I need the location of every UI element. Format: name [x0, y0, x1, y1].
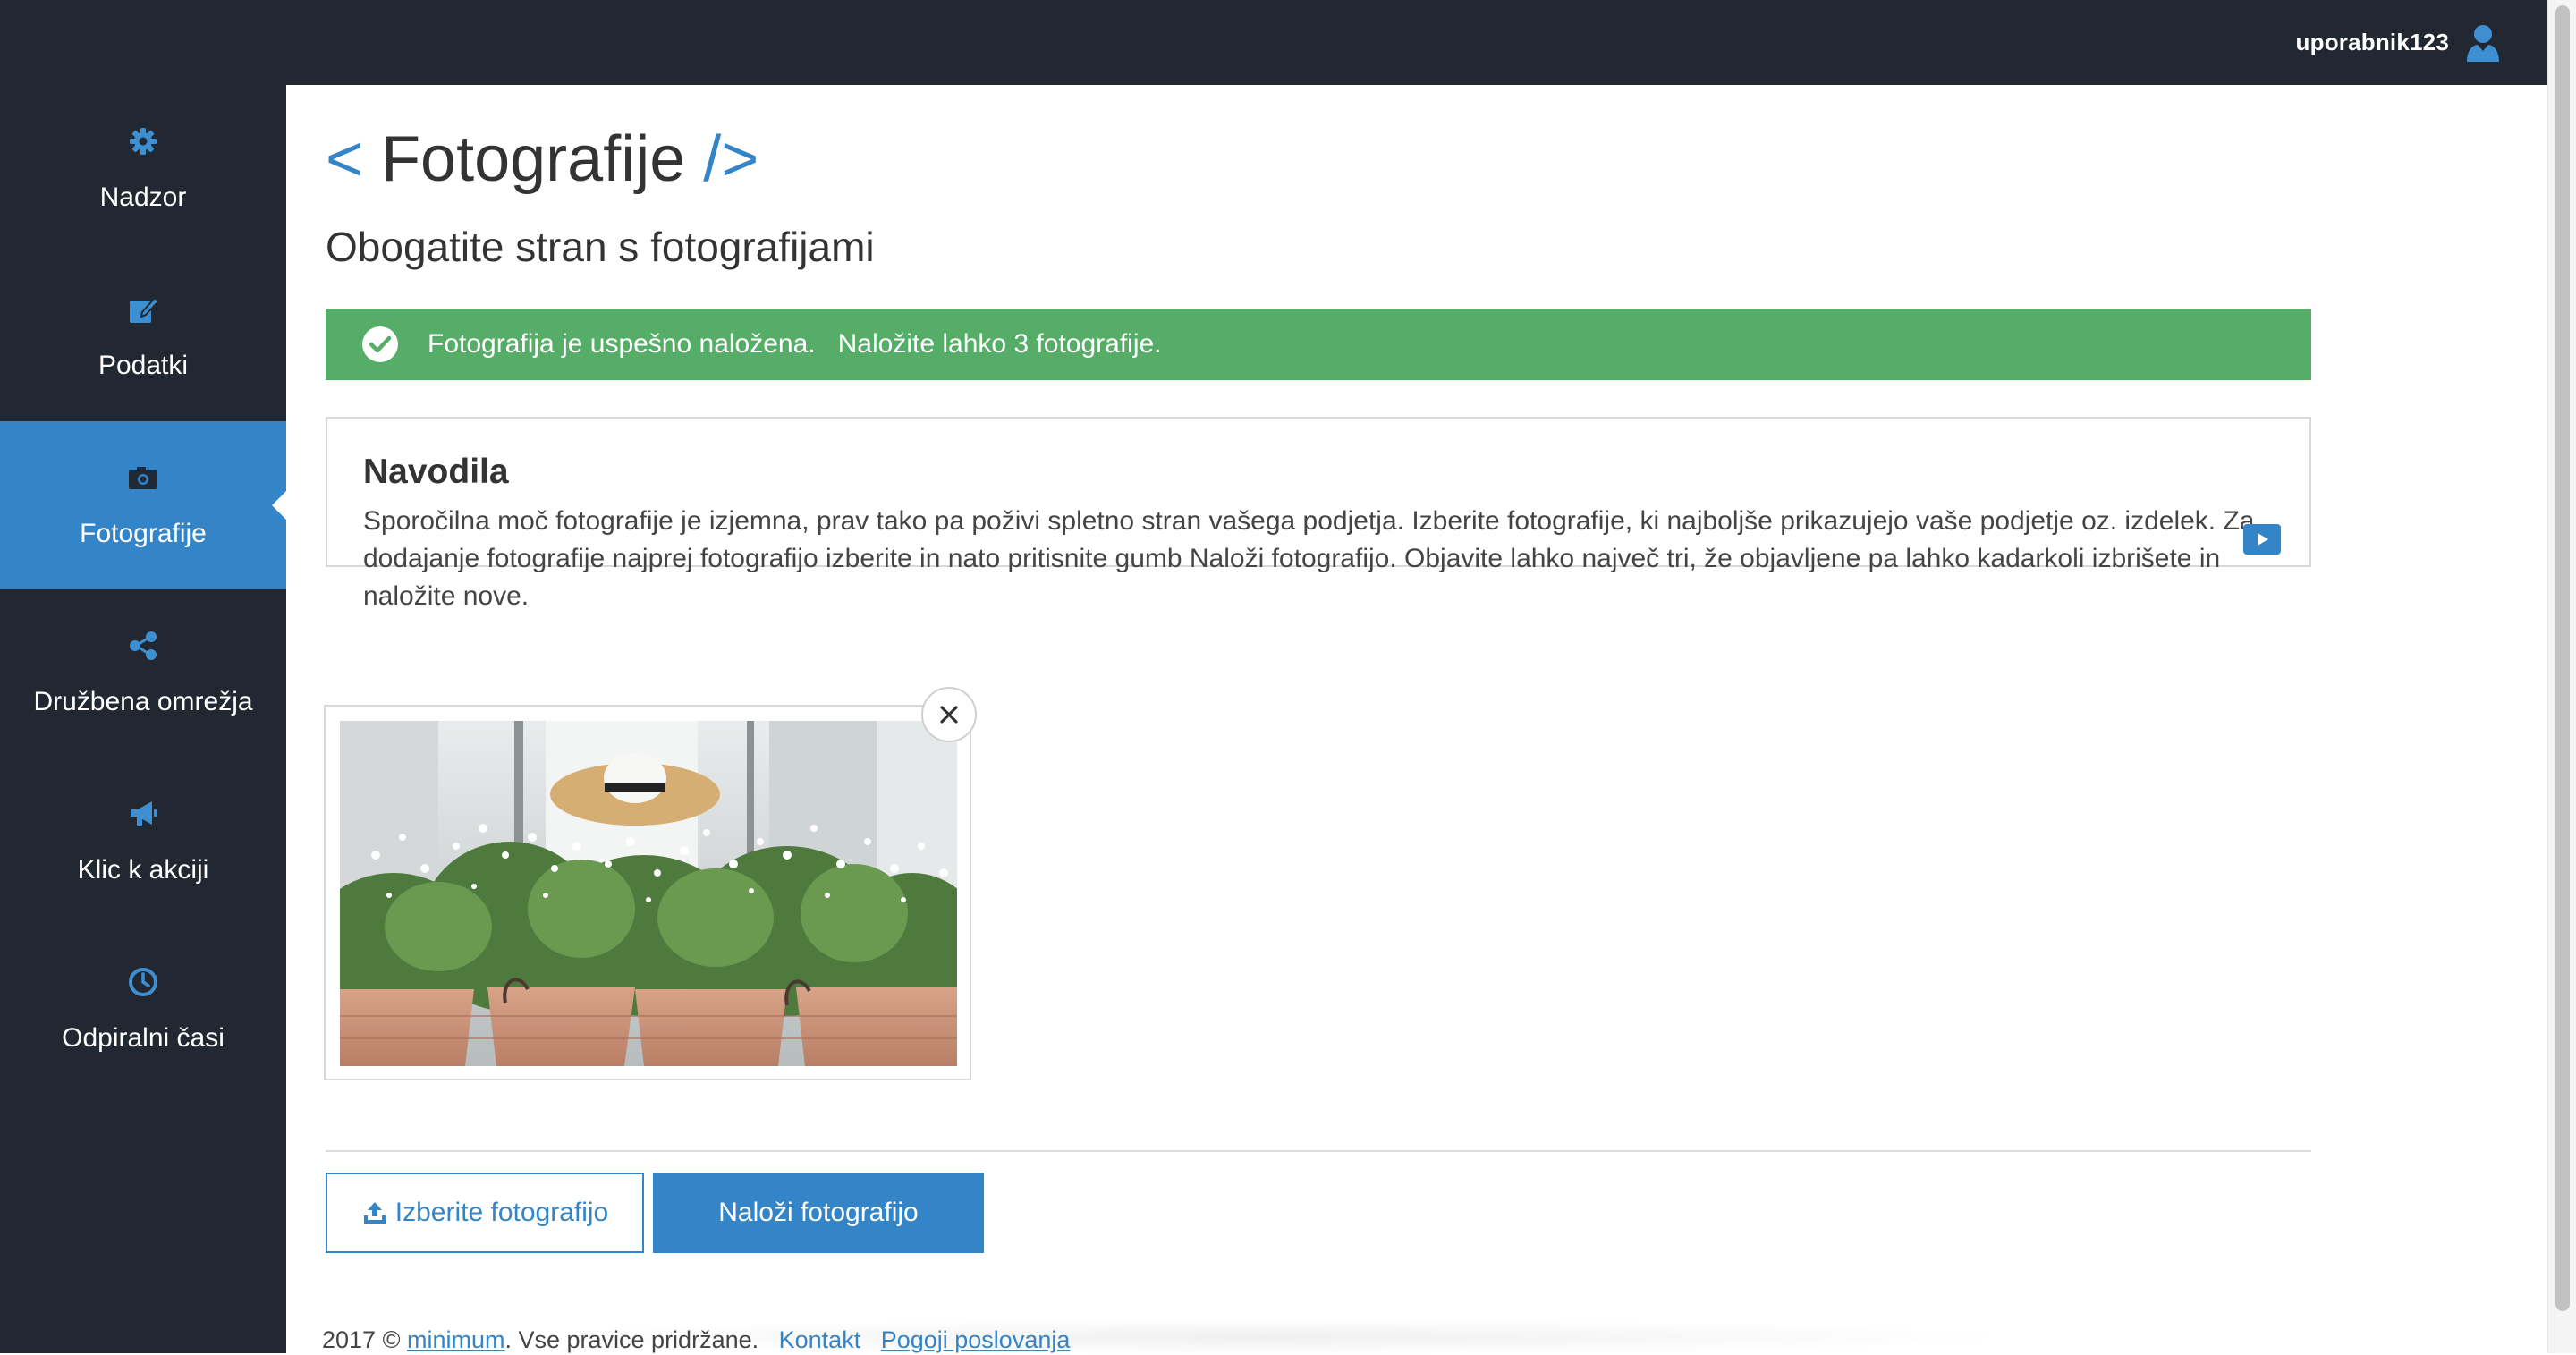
instructions-text: Sporočilna moč fotografije je izjemna, p…	[363, 506, 2255, 611]
share-icon	[130, 631, 157, 660]
sidebar-item-odpiralni-casi[interactable]: Odpiralni časi	[0, 926, 286, 1094]
footer-contact-link[interactable]: Kontakt	[779, 1326, 861, 1353]
sidebar: Nadzor Podatki Fotografije Družbena omre…	[0, 85, 286, 1353]
sidebar-item-druzbena-omrezja[interactable]: Družbena omrežja	[0, 589, 286, 758]
photo-thumbnail	[340, 721, 957, 1066]
play-icon	[2258, 533, 2268, 546]
close-icon	[940, 706, 958, 724]
sidebar-item-label: Klic k akciji	[77, 855, 209, 885]
title-close-bracket: />	[703, 123, 759, 195]
clock-icon	[129, 968, 157, 996]
scrollbar-thumb[interactable]	[2555, 5, 2570, 1311]
user-menu[interactable]: uporabnik123	[2296, 0, 2501, 85]
edit-icon	[130, 296, 159, 323]
footer-rights: . Vse pravice pridržane.	[504, 1326, 759, 1353]
alert-message: Fotografija je uspešno naložena. Naložit…	[428, 329, 1162, 359]
username[interactable]: uporabnik123	[2296, 29, 2449, 56]
page-title: < Fotografije />	[326, 121, 758, 198]
user-icon[interactable]	[2465, 23, 2501, 63]
choose-photo-button[interactable]: Izberite fotografijo	[326, 1173, 644, 1253]
main-content: < Fotografije /> Obogatite stran s fotog…	[286, 85, 2547, 1355]
gear-icon	[130, 128, 157, 155]
sidebar-item-label: Odpiralni časi	[62, 1023, 225, 1053]
top-bar: uporabnik123	[0, 0, 2547, 85]
remove-photo-button[interactable]	[921, 687, 977, 742]
video-tutorial-button[interactable]	[2243, 524, 2281, 555]
footer: 2017 © minimum. Vse pravice pridržane. K…	[322, 1326, 1070, 1354]
choose-photo-label: Izberite fotografijo	[394, 1198, 609, 1227]
sidebar-item-label: Družbena omrežja	[33, 687, 253, 716]
page-subtitle: Obogatite stran s fotografijami	[326, 224, 875, 270]
success-alert: Fotografija je uspešno naložena. Naložit…	[326, 309, 2311, 380]
footer-terms-link[interactable]: Pogoji poslovanja	[881, 1326, 1071, 1353]
title-open-bracket: <	[326, 123, 364, 195]
upload-icon	[363, 1202, 386, 1224]
megaphone-icon	[131, 801, 157, 826]
divider	[326, 1150, 2311, 1152]
footer-brand-link[interactable]: minimum	[407, 1326, 505, 1353]
instructions-panel: Navodila Sporočilna moč fotografije je i…	[326, 417, 2311, 611]
sidebar-item-label: Fotografije	[80, 519, 207, 548]
sidebar-item-nadzor[interactable]: Nadzor	[0, 85, 286, 253]
check-circle-icon	[362, 326, 398, 362]
sidebar-item-label: Nadzor	[99, 182, 187, 212]
sidebar-item-podatki[interactable]: Podatki	[0, 253, 286, 421]
photo-image	[340, 721, 957, 1066]
footer-copyright: 2017 ©	[322, 1326, 407, 1353]
page-title-text: Fotografije	[381, 123, 686, 195]
camera-icon	[129, 467, 157, 489]
instructions-title: Navodila	[363, 453, 509, 491]
sidebar-item-fotografije[interactable]: Fotografije	[0, 421, 286, 589]
sidebar-item-klic-k-akciji[interactable]: Klic k akciji	[0, 758, 286, 926]
scrollbar[interactable]	[2547, 0, 2576, 1353]
upload-photo-button[interactable]: Naloži fotografijo	[653, 1173, 984, 1253]
photo-card	[324, 687, 977, 1080]
sidebar-item-label: Podatki	[97, 351, 189, 380]
